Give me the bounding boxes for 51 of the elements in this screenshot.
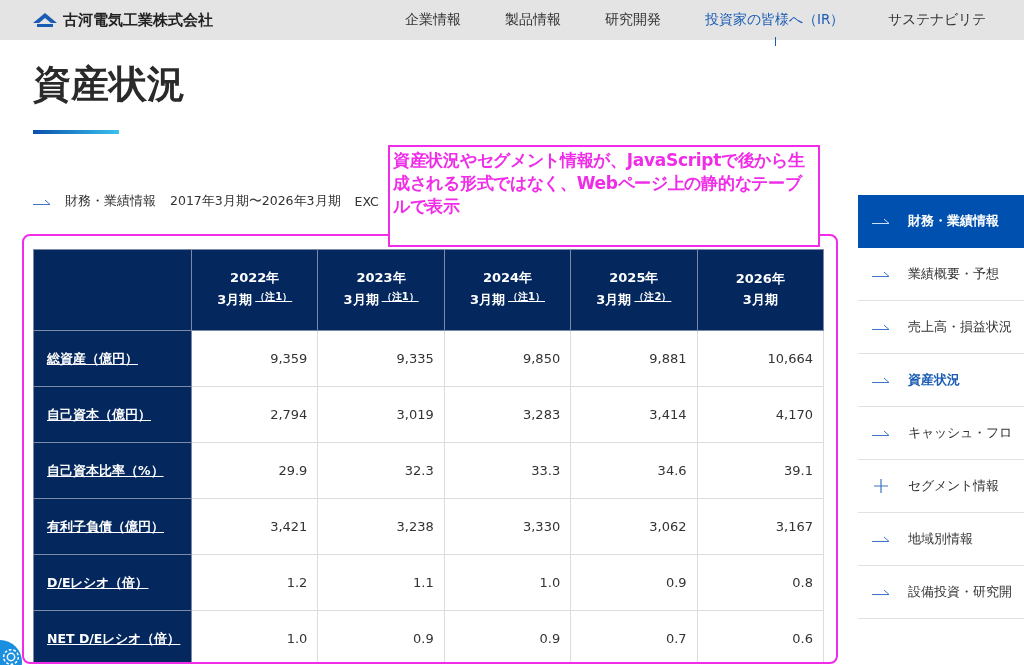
table-cell: 3,167 bbox=[697, 498, 824, 555]
table-cell: 0.9 bbox=[570, 554, 698, 611]
table-cell: 1.1 bbox=[317, 554, 445, 611]
table-cell: 33.3 bbox=[444, 442, 571, 499]
table-cell: 3,238 bbox=[317, 498, 445, 555]
table-cell: 1.2 bbox=[191, 554, 318, 611]
row-label-link[interactable]: 自己資本（億円） bbox=[47, 407, 151, 423]
table-cell: 3,283 bbox=[444, 386, 571, 443]
table-cell: 9,335 bbox=[317, 330, 445, 387]
row-label-link[interactable]: D/Eレシオ（倍） bbox=[47, 575, 149, 591]
row-label-link[interactable]: 有利子負債（億円） bbox=[47, 519, 164, 535]
header-cell: 2024年 3月期 $^{（注1）}$ bbox=[444, 249, 571, 331]
table-cell: 32.3 bbox=[317, 442, 445, 499]
table-cell: 3,019 bbox=[317, 386, 445, 443]
table-cell: 1.0 bbox=[444, 554, 571, 611]
breadcrumb-text: 2017年3月期〜2026年3月期 bbox=[170, 193, 341, 211]
table-cell: 9,359 bbox=[191, 330, 318, 387]
active-indicator bbox=[774, 37, 776, 46]
row-label-link[interactable]: 総資産（億円） bbox=[47, 351, 138, 367]
row-label-link[interactable]: 自己資本比率（%） bbox=[47, 463, 164, 479]
header-cell: 2023年 3月期 $^{（注1）}$ bbox=[317, 249, 445, 331]
nav-link[interactable]: 企業情報 bbox=[405, 11, 461, 29]
table-cell: 0.8 bbox=[697, 554, 824, 611]
nav-link[interactable]: サステナビリテ bbox=[888, 11, 987, 29]
header-cell: 2026年 3月期 bbox=[697, 249, 824, 331]
nav-link[interactable]: 製品情報 bbox=[505, 11, 561, 29]
table-cell: 9,881 bbox=[570, 330, 698, 387]
sidebar-item[interactable]: 財務・業績情報 bbox=[858, 195, 1024, 248]
nav-link[interactable]: 投資家の皆様へ（IR） bbox=[705, 11, 845, 29]
table-cell: 10,664 bbox=[697, 330, 824, 387]
table-cell: 3,421 bbox=[191, 498, 318, 555]
breadcrumb-text: EXC bbox=[354, 194, 379, 210]
table-cell: 3,062 bbox=[570, 498, 698, 555]
nav-link[interactable]: 研究開発 bbox=[605, 11, 661, 29]
company-name[interactable]: 古河電気工業株式会社 bbox=[63, 10, 213, 30]
table-cell: 3,414 bbox=[570, 386, 698, 443]
table-cell: 2,794 bbox=[191, 386, 318, 443]
breadcrumb-text: 財務・業績情報 bbox=[65, 193, 156, 211]
plus-icon bbox=[874, 479, 888, 493]
header-cell: 2022年 3月期 $^{（注1）}$ bbox=[191, 249, 318, 331]
annotation-callout: 資産状況やセグメント情報が、JavaScriptで後から生成される形式ではなく、Webページ上の静的なテーブルで表示 bbox=[388, 145, 820, 247]
table-cell: 34.6 bbox=[570, 442, 698, 499]
row-label-link[interactable]: NET D/Eレシオ（倍） bbox=[47, 631, 181, 647]
table-cell: 39.1 bbox=[697, 442, 824, 499]
header-cell: 2025年 3月期 $^{（注2）}$ bbox=[570, 249, 698, 331]
table-cell: 3,330 bbox=[444, 498, 571, 555]
table-cell: 4,170 bbox=[697, 386, 824, 443]
table-cell: 9,850 bbox=[444, 330, 571, 387]
logo-icon bbox=[33, 13, 57, 27]
table-cell: 29.9 bbox=[191, 442, 318, 499]
page-title: 資産状況 bbox=[33, 62, 186, 108]
